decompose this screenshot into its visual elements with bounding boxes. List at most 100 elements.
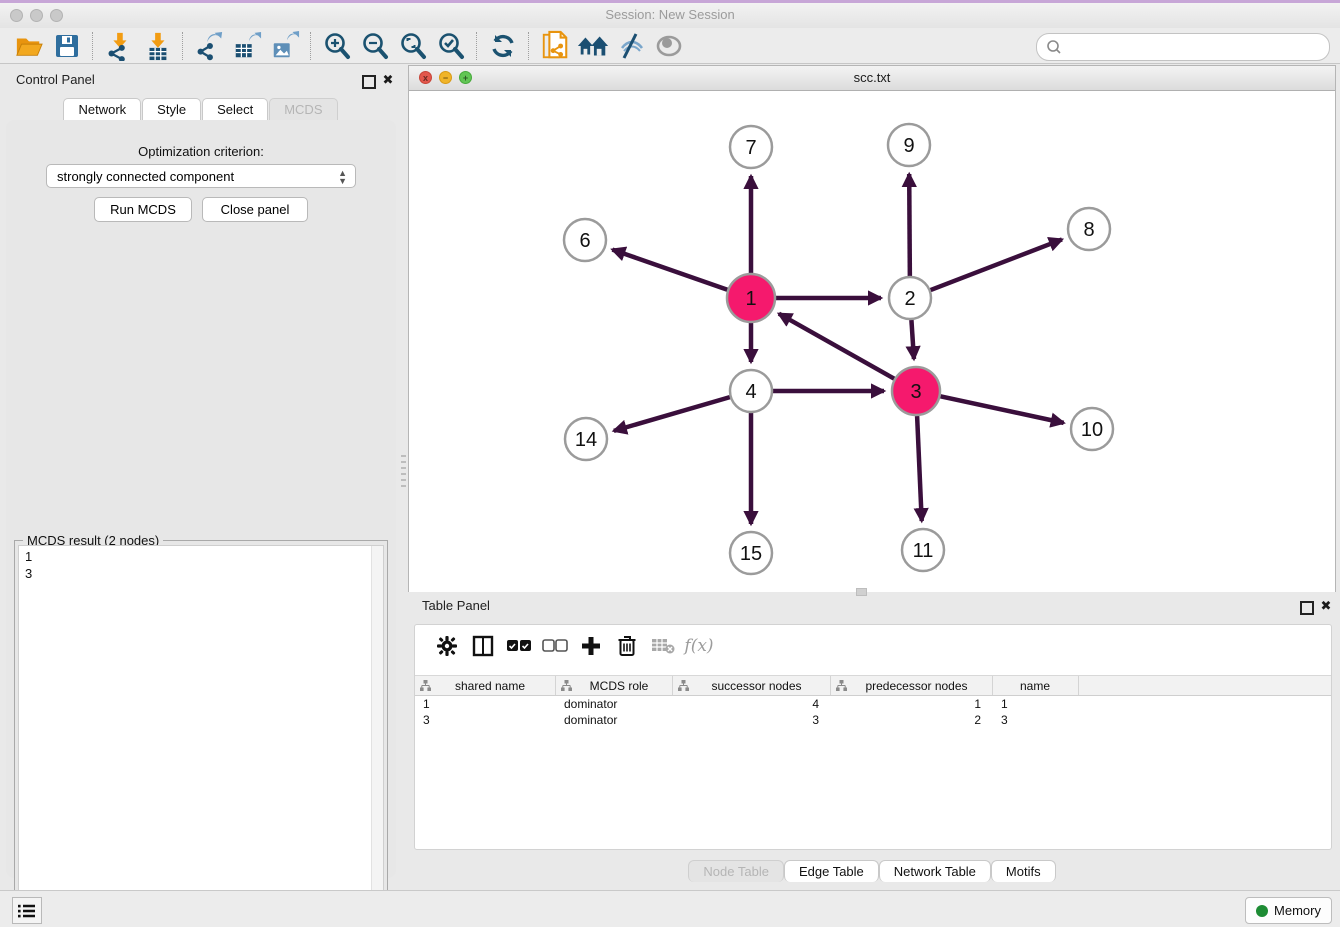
tab-edge-table[interactable]: Edge Table xyxy=(784,860,879,882)
table-cell: 3 xyxy=(993,712,1079,728)
node-6[interactable]: 6 xyxy=(564,219,606,261)
select-all-checkboxes-icon[interactable] xyxy=(501,631,537,661)
svg-text:10: 10 xyxy=(1081,419,1103,441)
close-panel-button[interactable]: Close panel xyxy=(202,197,308,222)
mcds-result-item[interactable]: 3 xyxy=(25,565,383,582)
delete-column-trash-icon[interactable] xyxy=(609,631,645,661)
node-8[interactable]: 8 xyxy=(1068,208,1110,250)
close-table-panel-icon[interactable]: ✖ xyxy=(1318,598,1334,614)
table-cell: 4 xyxy=(673,696,831,712)
tab-motifs[interactable]: Motifs xyxy=(991,860,1056,882)
export-table-icon[interactable] xyxy=(228,30,266,62)
tab-network[interactable]: Network xyxy=(63,98,141,120)
toolbar-separator xyxy=(182,32,184,60)
task-history-list-button[interactable] xyxy=(12,897,42,924)
table-row[interactable]: 3dominator323 xyxy=(415,712,1331,728)
result-scrollbar[interactable] xyxy=(371,546,383,909)
float-panel-icon[interactable] xyxy=(362,75,376,89)
node-7[interactable]: 7 xyxy=(730,126,772,168)
zoom-in-icon[interactable] xyxy=(318,30,356,62)
svg-text:1: 1 xyxy=(745,288,756,310)
mcds-result-list[interactable]: 13 xyxy=(18,545,384,910)
memory-button[interactable]: Memory xyxy=(1245,897,1332,924)
vertical-splitter-handle[interactable] xyxy=(401,455,406,489)
edge-3-10[interactable] xyxy=(940,396,1063,423)
tab-network-table[interactable]: Network Table xyxy=(879,860,991,882)
column-tree-icon xyxy=(836,680,847,691)
close-panel-icon[interactable]: ✖ xyxy=(380,72,396,88)
deselect-all-checkboxes-icon[interactable] xyxy=(537,631,573,661)
import-table-icon[interactable] xyxy=(138,30,176,62)
tab-mcds[interactable]: MCDS xyxy=(269,98,337,120)
node-2[interactable]: 2 xyxy=(889,277,931,319)
import-network-icon[interactable] xyxy=(100,30,138,62)
edge-2-9[interactable] xyxy=(909,174,910,276)
node-10[interactable]: 10 xyxy=(1071,408,1113,450)
table-settings-gear-icon[interactable] xyxy=(429,631,465,661)
tab-select[interactable]: Select xyxy=(202,98,268,120)
table-cell: 1 xyxy=(415,696,556,712)
svg-text:7: 7 xyxy=(745,137,756,159)
memory-label: Memory xyxy=(1274,903,1321,918)
add-column-plus-icon[interactable] xyxy=(573,631,609,661)
edge-2-3[interactable] xyxy=(911,320,914,359)
table-row[interactable]: 1dominator411 xyxy=(415,696,1331,712)
mcds-result-item[interactable]: 1 xyxy=(25,548,383,565)
hide-labels-eye-icon[interactable] xyxy=(612,30,650,62)
tab-style[interactable]: Style xyxy=(142,98,201,120)
network-window-title: scc.txt xyxy=(409,70,1335,85)
node-1[interactable]: 1 xyxy=(727,274,775,322)
column-header-MCDS-role[interactable]: MCDS role xyxy=(556,676,673,695)
optimization-criterion-select[interactable]: strongly connected component ▲▼ xyxy=(46,164,356,188)
optimization-criterion-label: Optimization criterion: xyxy=(6,144,396,159)
open-folder-icon[interactable] xyxy=(10,30,48,62)
delete-table-icon-disabled xyxy=(645,631,681,661)
node-3[interactable]: 3 xyxy=(892,367,940,415)
column-header-shared-name[interactable]: shared name xyxy=(415,676,556,695)
network-window-titlebar: x − + scc.txt xyxy=(409,66,1335,91)
show-eye-icon[interactable] xyxy=(650,30,688,62)
search-input[interactable] xyxy=(1067,36,1329,58)
node-11[interactable]: 11 xyxy=(902,529,944,571)
export-image-icon[interactable] xyxy=(266,30,304,62)
edge-3-1[interactable] xyxy=(779,314,894,379)
column-tree-icon xyxy=(420,680,431,691)
optimization-criterion-value: strongly connected component xyxy=(57,169,234,184)
table-cell: 2 xyxy=(831,712,993,728)
table-panel-title: Table Panel xyxy=(408,594,1336,618)
node-15[interactable]: 15 xyxy=(730,532,772,574)
node-4[interactable]: 4 xyxy=(730,370,772,412)
show-columns-icon[interactable] xyxy=(465,631,501,661)
edge-4-14[interactable] xyxy=(614,397,730,431)
edge-2-8[interactable] xyxy=(931,239,1062,290)
control-panel-tabs: NetworkStyleSelectMCDS xyxy=(2,98,400,120)
node-table-card: f(x) shared nameMCDS rolesuccessor nodes… xyxy=(414,624,1332,850)
svg-text:15: 15 xyxy=(740,543,762,565)
float-table-panel-icon[interactable] xyxy=(1300,601,1314,615)
zoom-out-icon[interactable] xyxy=(356,30,394,62)
home-layout-icon[interactable] xyxy=(574,30,612,62)
network-canvas[interactable]: 7 9 6 8 1 2 4 3 14 10 15 11 xyxy=(409,91,1335,592)
memory-status-dot xyxy=(1256,905,1268,917)
save-session-icon[interactable] xyxy=(48,30,86,62)
column-header-predecessor-nodes[interactable]: predecessor nodes xyxy=(831,676,993,695)
network-from-file-icon[interactable] xyxy=(536,30,574,62)
zoom-fit-icon[interactable] xyxy=(394,30,432,62)
node-table: shared nameMCDS rolesuccessor nodesprede… xyxy=(415,675,1331,728)
zoom-selected-icon[interactable] xyxy=(432,30,470,62)
export-network-icon[interactable] xyxy=(190,30,228,62)
column-header-successor-nodes[interactable]: successor nodes xyxy=(673,676,831,695)
node-14[interactable]: 14 xyxy=(565,418,607,460)
refresh-icon[interactable] xyxy=(484,30,522,62)
tab-node-table[interactable]: Node Table xyxy=(688,860,784,882)
network-view-window: x − + scc.txt 7 9 6 8 1 2 4 3 14 10 15 11 xyxy=(408,65,1336,592)
function-builder-icon-disabled: f(x) xyxy=(681,631,717,661)
search-field[interactable] xyxy=(1036,33,1330,61)
node-9[interactable]: 9 xyxy=(888,124,930,166)
toolbar-separator xyxy=(92,32,94,60)
edge-1-6[interactable] xyxy=(612,250,727,290)
column-header-name[interactable]: name xyxy=(993,676,1079,695)
run-mcds-button[interactable]: Run MCDS xyxy=(94,197,192,222)
edge-3-11[interactable] xyxy=(917,416,922,521)
svg-text:6: 6 xyxy=(579,230,590,252)
